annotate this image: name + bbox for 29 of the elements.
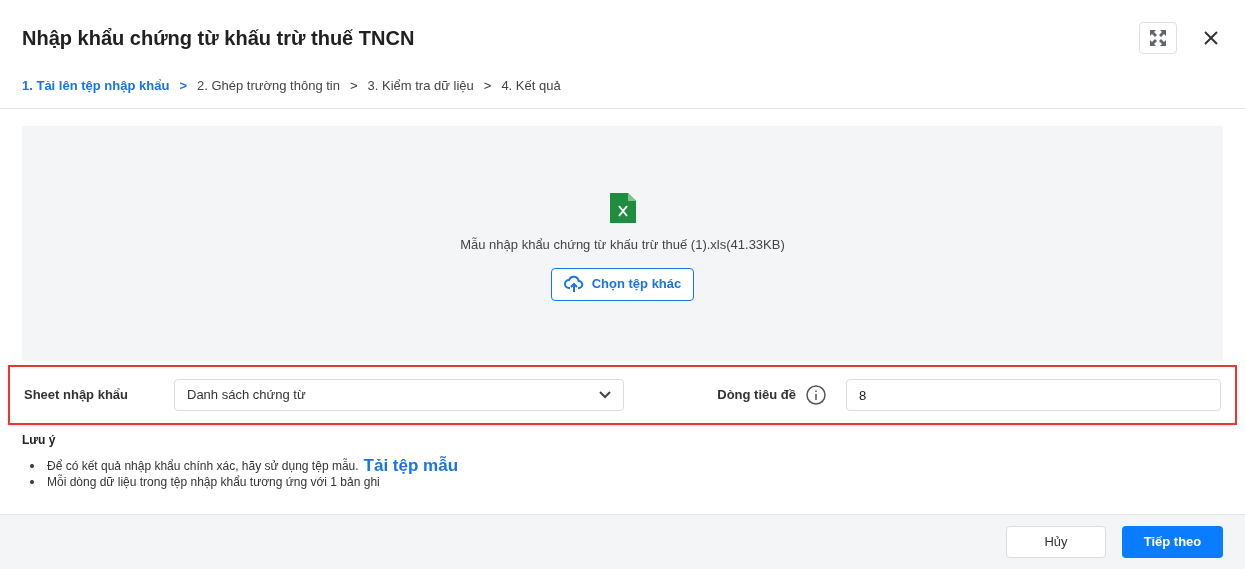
step-tab[interactable]: 3. Kiểm tra dữ liệu — [367, 76, 474, 96]
close-icon — [1204, 31, 1218, 45]
step-tab[interactable]: 1. Tải lên tệp nhập khẩu — [22, 76, 170, 96]
choose-file-button[interactable]: Chọn tệp khác — [550, 267, 695, 301]
note-text: Mỗi dòng dữ liệu trong tệp nhập khẩu tương ứng với 1 bản ghi — [47, 474, 380, 490]
next-button[interactable]: Tiếp theo — [1122, 526, 1223, 558]
step-separator: > — [179, 77, 187, 95]
step-tab[interactable]: 2. Ghép trường thông tin — [196, 76, 340, 96]
notes-title: Lưu ý — [22, 432, 57, 449]
chevron-down-icon — [599, 391, 611, 399]
bullet-icon — [30, 480, 34, 484]
sheet-select[interactable]: Danh sách chứng từ — [174, 379, 624, 411]
dialog-title: Nhập khẩu chứng từ khấu trừ thuế TNCN — [22, 26, 416, 51]
excel-file-icon — [609, 193, 636, 223]
cancel-button[interactable]: Hủy — [1006, 526, 1106, 558]
sheet-label: Sheet nhập khẩu — [24, 386, 130, 405]
step-separator: > — [349, 77, 358, 95]
step-separator: > — [483, 77, 492, 95]
step-tab[interactable]: 4. Kết quả — [501, 76, 561, 96]
header-row-label: Dòng tiêu đề — [717, 386, 796, 405]
note-text: Để có kết quả nhập khẩu chính xác, hãy sử dụng tệp mẫu. — [47, 458, 359, 474]
bullet-icon — [30, 464, 34, 468]
info-icon — [806, 385, 826, 405]
expand-icon — [1149, 29, 1167, 47]
file-name: Mẫu nhập khẩu chứng từ khấu trừ thuế (1).xls(41.33KB) — [460, 236, 785, 254]
template-link[interactable]: Tải tệp mẫu — [363, 458, 459, 474]
header-row-field[interactable]: 8 — [846, 379, 1221, 411]
expand-button[interactable] — [1139, 22, 1177, 54]
cloud-upload-icon — [563, 275, 584, 293]
